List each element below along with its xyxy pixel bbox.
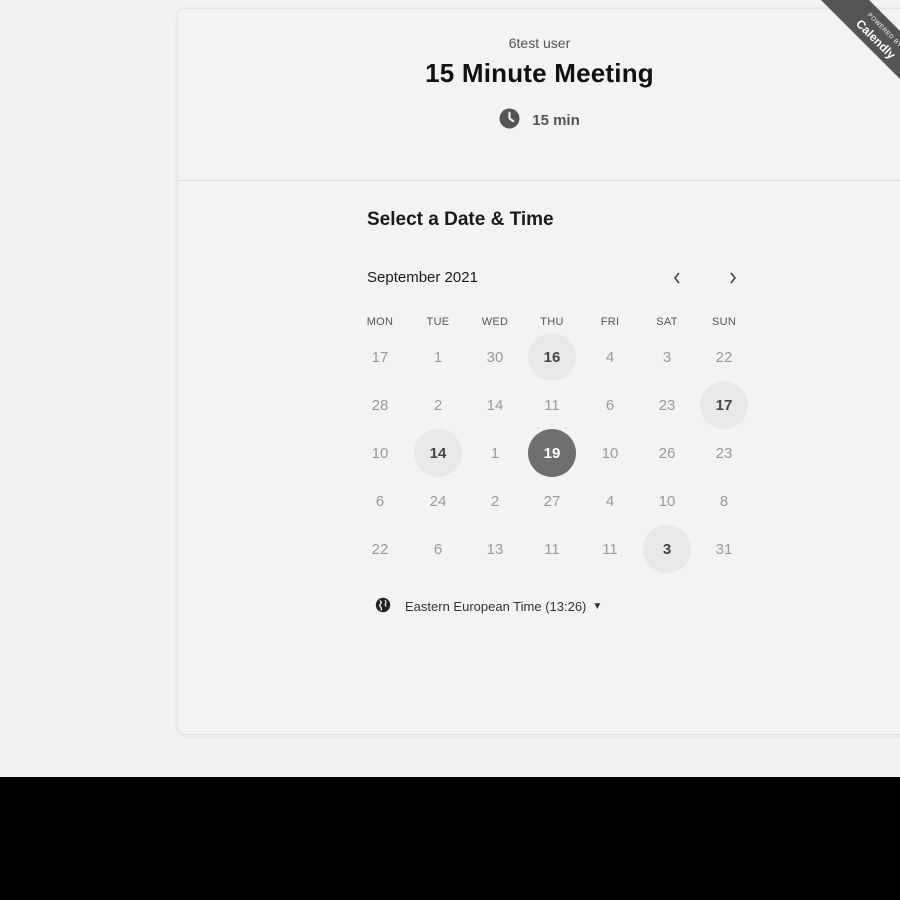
timezone-label: Eastern European Time (13:26) (405, 599, 587, 614)
duration-text: 15 min (532, 112, 580, 129)
section-title: Select a Date & Time (367, 209, 554, 230)
powered-by-badge[interactable]: POWERED BY Calendly (790, 0, 900, 110)
calendar-day: 10 (658, 492, 676, 510)
calendar-day: 23 (715, 444, 733, 462)
caret-down-icon: ▼ (592, 601, 603, 612)
calendar-day-available[interactable]: 17 (700, 381, 748, 429)
chevron-right-icon (730, 272, 737, 284)
weekday-fri: FRI (600, 316, 620, 328)
month-label: September 2021 (367, 269, 478, 286)
calendar-day: 28 (371, 396, 389, 414)
clock-icon (499, 108, 520, 133)
calendar-day: 2 (433, 396, 443, 414)
calendar-day: 3 (662, 348, 672, 366)
calendar-day: 6 (433, 540, 443, 558)
chevron-left-icon (673, 272, 680, 284)
weekday-thu: THU (540, 316, 564, 328)
calendar-day: 2 (490, 492, 500, 510)
calendar-day: 23 (658, 396, 676, 414)
page-background: 6test user 15 Minute Meeting 15 min Sele… (0, 0, 900, 777)
calendar-day: 11 (544, 540, 560, 558)
booking-card: 6test user 15 Minute Meeting 15 min Sele… (177, 8, 900, 735)
calendar-day: 4 (605, 348, 615, 366)
calendar-day-available[interactable]: 16 (528, 333, 576, 381)
weekday-sat: SAT (656, 316, 678, 328)
calendar-day: 4 (605, 492, 615, 510)
weekday-sun: SUN (711, 316, 737, 328)
next-month-button[interactable] (716, 261, 750, 295)
calendar-day: 1 (433, 348, 443, 366)
calendar-day-selected[interactable]: 19 (528, 429, 576, 477)
calendar-day: 31 (715, 540, 733, 558)
prev-month-button[interactable] (660, 261, 694, 295)
calendar-day: 24 (429, 492, 447, 510)
calendar-day: 1 (490, 444, 500, 462)
calendar-day: 10 (371, 444, 389, 462)
calendar-day-available[interactable]: 14 (414, 429, 462, 477)
calendar-day: 11 (602, 540, 618, 558)
calendar-day: 13 (486, 540, 504, 558)
calendly-ribbon[interactable]: POWERED BY Calendly (818, 0, 900, 97)
weekday-mon: MON (366, 316, 394, 328)
calendar-day: 30 (486, 348, 504, 366)
calendar-day: 6 (375, 492, 385, 510)
weekday-tue: TUE (426, 316, 450, 328)
weekday-wed: WED (481, 316, 509, 328)
calendar-day: 11 (544, 396, 560, 414)
black-bottom-area (0, 777, 900, 900)
event-duration: 15 min (178, 108, 900, 133)
calendar-day: 22 (371, 540, 389, 558)
header-divider (178, 180, 900, 181)
calendar-day: 10 (601, 444, 619, 462)
calendar-day: 6 (605, 396, 615, 414)
globe-icon (375, 597, 391, 616)
calendar-day-available[interactable]: 3 (643, 525, 691, 573)
calendar-day: 22 (715, 348, 733, 366)
timezone-selector[interactable]: Eastern European Time (13:26) ▼ (375, 597, 602, 616)
calendar-day: 17 (371, 348, 389, 366)
calendar-day: 14 (486, 396, 504, 414)
calendar-day: 27 (543, 492, 561, 510)
calendar-day: 26 (658, 444, 676, 462)
calendar-day: 8 (719, 492, 729, 510)
